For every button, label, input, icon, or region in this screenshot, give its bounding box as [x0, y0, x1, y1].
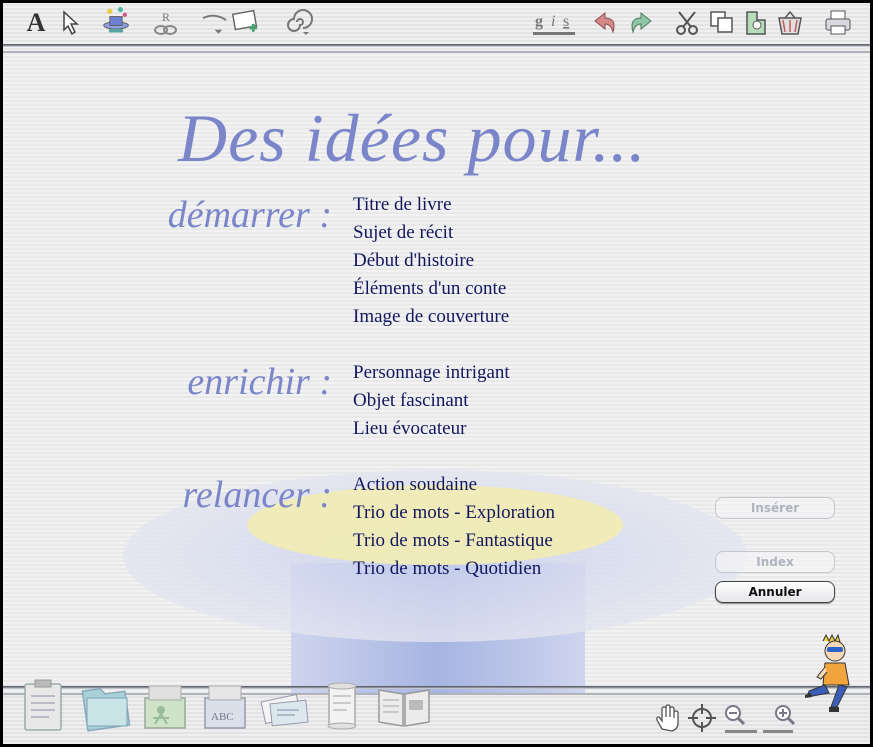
- list-item[interactable]: Trio de mots - Fantastique: [353, 527, 713, 555]
- cancel-button[interactable]: Annuler: [715, 581, 835, 603]
- list-item[interactable]: Trio de mots - Quotidien: [353, 555, 713, 583]
- cards-icon[interactable]: [259, 678, 313, 734]
- arrow-pointer-icon[interactable]: [56, 8, 86, 38]
- top-toolbar: A R gis: [3, 3, 870, 44]
- mascot-character[interactable]: [803, 633, 863, 723]
- magic-hat-icon[interactable]: [101, 6, 131, 36]
- svg-text:g: g: [535, 13, 543, 30]
- redo-icon[interactable]: [625, 8, 655, 38]
- top-toolbar-divider-secondary: [3, 51, 870, 53]
- svg-text:ABC: ABC: [211, 711, 234, 723]
- paste-icon[interactable]: [741, 8, 771, 38]
- list-item[interactable]: Sujet de récit: [353, 219, 713, 247]
- undo-icon[interactable]: [591, 8, 621, 38]
- section-label-demarrer: démarrer :: [167, 194, 332, 236]
- section-list-relancer: Action soudaine Trio de mots - Explorati…: [353, 471, 713, 583]
- svg-text:i: i: [551, 13, 555, 30]
- printer-icon[interactable]: [823, 8, 853, 38]
- copy-icon[interactable]: [707, 8, 737, 38]
- scissors-icon[interactable]: [673, 8, 703, 38]
- list-item[interactable]: Lieu évocateur: [353, 415, 713, 443]
- open-book-icon[interactable]: [375, 678, 433, 734]
- section-list-demarrer: Titre de livre Sujet de récit Début d'hi…: [353, 191, 713, 331]
- scroll-icon[interactable]: [317, 678, 371, 734]
- spiral-icon[interactable]: [283, 8, 313, 38]
- hand-icon[interactable]: [653, 703, 683, 733]
- list-item[interactable]: Objet fascinant: [353, 387, 713, 415]
- gis-format-icon[interactable]: gis: [531, 8, 577, 38]
- list-item[interactable]: Éléments d'un conte: [353, 275, 713, 303]
- text-tool-icon[interactable]: A: [21, 8, 51, 38]
- character-box-icon[interactable]: [139, 678, 193, 734]
- page-title: Des idées pour...: [178, 100, 647, 176]
- list-item[interactable]: Début d'histoire: [353, 247, 713, 275]
- notepad-icon[interactable]: [19, 678, 69, 734]
- index-button[interactable]: Index: [715, 551, 835, 573]
- bottom-toolbar-divider: [3, 686, 870, 689]
- trash-icon[interactable]: [775, 8, 805, 38]
- list-item[interactable]: Titre de livre: [353, 191, 713, 219]
- section-label-enrichir: enrichir :: [187, 361, 332, 403]
- list-item[interactable]: Action soudaine: [353, 471, 713, 499]
- list-item[interactable]: Image de couverture: [353, 303, 713, 331]
- app-window: A R gis Des idées pour... démarrer: Tit…: [3, 3, 870, 744]
- recording-link-icon[interactable]: R: [151, 8, 181, 38]
- list-item[interactable]: Personnage intrigant: [353, 359, 713, 387]
- list-item[interactable]: Trio de mots - Exploration: [353, 499, 713, 527]
- section-list-enrichir: Personnage intrigant Objet fascinant Lie…: [353, 359, 713, 443]
- zoom-out-icon[interactable]: [721, 703, 759, 733]
- insert-button[interactable]: Insérer: [715, 497, 835, 519]
- svg-text:s: s: [563, 13, 569, 30]
- folder-icon[interactable]: [79, 678, 133, 734]
- svg-text:R: R: [162, 10, 170, 24]
- abc-box-icon[interactable]: ABC: [199, 678, 253, 734]
- speech-bubble-add-icon[interactable]: [201, 8, 261, 38]
- crosshair-icon[interactable]: [687, 703, 717, 733]
- top-toolbar-divider: [3, 44, 870, 47]
- section-label-relancer: relancer :: [182, 474, 332, 516]
- zoom-in-icon[interactable]: [763, 703, 801, 733]
